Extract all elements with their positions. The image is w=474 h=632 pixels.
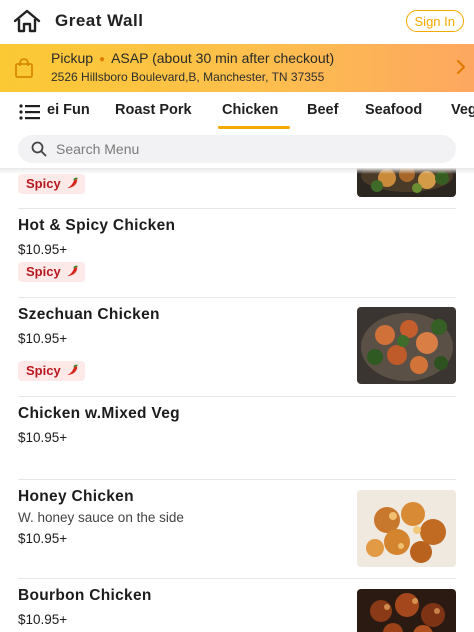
app-header: Great Wall Sign In bbox=[0, 0, 474, 44]
pickup-time: ASAP (about 30 min after checkout) bbox=[111, 50, 335, 66]
item-price: $10.95+ bbox=[18, 331, 68, 346]
chili-pepper-icon bbox=[67, 265, 79, 276]
active-tab-indicator bbox=[218, 126, 290, 129]
menu-item[interactable]: Szechuan Chicken $10.95+ Spicy bbox=[0, 298, 474, 396]
menu-item[interactable]: Hot & Spicy Chicken $10.95+ Spicy bbox=[0, 209, 474, 297]
menu-item[interactable]: Bourbon Chicken $10.95+ bbox=[0, 579, 474, 632]
food-image bbox=[357, 490, 456, 567]
spicy-badge: Spicy bbox=[18, 361, 86, 381]
chevron-right-icon[interactable] bbox=[456, 59, 466, 75]
chili-pepper-icon bbox=[67, 177, 79, 188]
tab-seafood[interactable]: Seafood bbox=[365, 102, 422, 118]
spicy-label: Spicy bbox=[26, 176, 61, 191]
item-price: $10.95+ bbox=[18, 612, 68, 627]
menu-item[interactable]: Spicy bbox=[0, 168, 474, 208]
pickup-info: Pickup ● ASAP (about 30 min after checkout… bbox=[51, 50, 334, 66]
spicy-badge: Spicy bbox=[18, 174, 86, 194]
chili-pepper-icon bbox=[67, 364, 79, 375]
tab-lo-mei-fun[interactable]: ei Fun bbox=[47, 102, 90, 118]
menu-list-icon[interactable] bbox=[19, 103, 41, 121]
item-price: $10.95+ bbox=[18, 242, 68, 257]
shopping-bag-icon bbox=[15, 58, 33, 78]
search-input[interactable] bbox=[56, 139, 436, 159]
item-name: Honey Chicken bbox=[18, 488, 134, 505]
sign-in-button[interactable]: Sign In bbox=[405, 10, 464, 32]
store-name: Great Wall bbox=[55, 11, 144, 30]
separator-dot: ● bbox=[99, 54, 106, 65]
item-name: Chicken w.Mixed Veg bbox=[18, 405, 180, 422]
item-description: W. honey sauce on the side bbox=[18, 510, 184, 525]
food-image bbox=[357, 589, 456, 632]
tab-beef[interactable]: Beef bbox=[307, 102, 338, 118]
spicy-label: Spicy bbox=[26, 363, 61, 378]
menu-item-list: Spicy Hot & Spicy Chicken $10.95+ Spicy … bbox=[0, 168, 474, 632]
spicy-badge: Spicy bbox=[18, 262, 86, 282]
food-image bbox=[357, 307, 456, 384]
item-price: $10.95+ bbox=[18, 430, 68, 445]
menu-item[interactable]: Honey Chicken W. honey sauce on the side… bbox=[0, 480, 474, 578]
tab-chicken[interactable]: Chicken bbox=[222, 102, 278, 118]
spicy-label: Spicy bbox=[26, 264, 61, 279]
pickup-mode: Pickup bbox=[51, 50, 94, 66]
item-price: $10.95+ bbox=[18, 531, 68, 546]
pickup-banner[interactable]: Pickup ● ASAP (about 30 min after checkout… bbox=[0, 44, 474, 92]
search-bar[interactable] bbox=[18, 135, 456, 163]
tab-vegetables[interactable]: Veg bbox=[451, 102, 474, 118]
item-name: Bourbon Chicken bbox=[18, 587, 152, 604]
tab-roast-pork[interactable]: Roast Pork bbox=[115, 102, 192, 118]
category-tabs: ei Fun Roast Pork Chicken Beef Seafood V… bbox=[0, 92, 474, 130]
item-name: Hot & Spicy Chicken bbox=[18, 217, 176, 234]
menu-item[interactable]: Chicken w.Mixed Veg $10.95+ bbox=[0, 397, 474, 479]
scroll-shadow bbox=[0, 168, 474, 174]
item-name: Szechuan Chicken bbox=[18, 306, 160, 323]
home-icon[interactable] bbox=[12, 8, 42, 34]
search-icon bbox=[31, 141, 47, 157]
pickup-address: 2526 Hillsboro Boulevard,B, Manchester, … bbox=[51, 70, 325, 84]
